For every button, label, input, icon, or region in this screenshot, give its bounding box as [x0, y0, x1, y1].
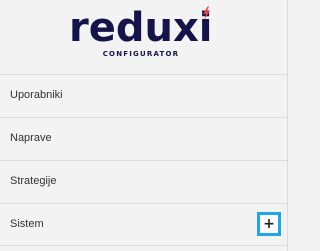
logo: reduxi CONFIGURATOR: [0, 0, 287, 69]
sidebar-item-label: Uporabniki: [10, 89, 63, 101]
expand-button[interactable]: +: [257, 212, 281, 236]
sidebar-item-strategije[interactable]: Strategije: [0, 160, 287, 203]
sidebar-item-label: Naprave: [10, 132, 52, 144]
logo-wordmark: reduxi: [69, 5, 213, 51]
lightning-bolt-icon: [203, 6, 210, 20]
logo-subtitle: CONFIGURATOR: [102, 50, 180, 58]
sidebar-item-label: Strategije: [10, 175, 57, 187]
sidebar-item-uporabniki[interactable]: Uporabniki: [0, 74, 287, 117]
sidebar-item-sistem[interactable]: Sistem +: [0, 203, 287, 246]
sidebar-item-label: Sistem: [10, 218, 44, 230]
sidebar-item-naprave[interactable]: Naprave: [0, 117, 287, 160]
sidebar: reduxi CONFIGURATOR Uporabniki Naprave S…: [0, 0, 288, 251]
sidebar-menu: Uporabniki Naprave Strategije Sistem +: [0, 74, 287, 246]
plus-icon: +: [263, 216, 275, 232]
